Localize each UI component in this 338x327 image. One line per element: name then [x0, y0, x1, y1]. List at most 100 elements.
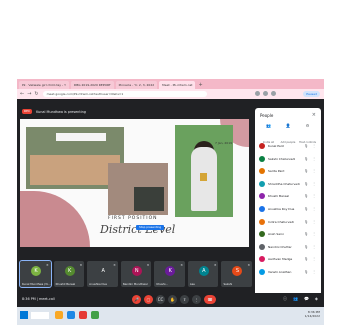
participant-row[interactable]: Anushka Roy Dua 🎙 ⋮ — [259, 204, 319, 214]
forward-icon[interactable]: → — [27, 91, 31, 97]
info-icon[interactable]: ⓘ — [283, 296, 287, 302]
participant-tile[interactable]: ✕ S Sakshi — [221, 261, 253, 287]
back-icon[interactable]: ← — [20, 91, 24, 97]
recording-badge: REC — [22, 109, 33, 114]
participant-tile[interactable]: ✕ A Anushka Dua — [87, 261, 118, 287]
participant-tiles: ✕ K Kunal Mundhwa (Yo... ✕ K Khushil Bansal ✕ A… — [19, 260, 253, 288]
participant-tile[interactable]: ✕ A Aas — [187, 261, 219, 287]
extension-icon[interactable] — [255, 91, 260, 96]
mic-off-icon: ✕ — [146, 263, 150, 267]
participant-row[interactable]: Sarita Pant 🎙 ⋮ — [259, 166, 319, 176]
extension-icon[interactable] — [271, 91, 276, 96]
decorative-shape — [20, 191, 90, 247]
browser-tab-active[interactable]: Meet - Pk-mtwm-nst — [159, 81, 196, 89]
tile-name: Kunal Mundhwa (Yo... — [22, 282, 51, 286]
activities-icon[interactable]: ◈ — [315, 296, 318, 302]
more-options-button[interactable]: ⋮ — [192, 295, 201, 304]
more-icon[interactable]: ⋮ — [312, 245, 315, 249]
more-icon[interactable]: ⋮ — [312, 194, 315, 198]
extension-icon[interactable] — [263, 91, 268, 96]
participant-row[interactable]: Shraddha Chaturvedi Dua 🎙 ⋮ — [259, 179, 319, 189]
participant-row[interactable]: Vanshi Anathan 🎙 ⋮ — [259, 267, 319, 277]
mic-off-button[interactable]: 🎤 — [132, 295, 141, 304]
windows-start-icon[interactable] — [20, 311, 28, 319]
mic-off-icon: ✕ — [79, 263, 83, 267]
mic-off-icon[interactable]: 🎙 — [304, 182, 308, 186]
url-field[interactable]: meet.google.com/Pk-mtwm-nst?authuser=0&h… — [42, 91, 207, 97]
new-tab-button[interactable]: + — [198, 81, 202, 89]
participant-row[interactable]: Ansh Saini 🎙 ⋮ — [259, 229, 319, 239]
participant-row[interactable]: Aadhvan Medge 🎙 ⋮ — [259, 254, 319, 264]
more-icon[interactable]: ⋮ — [312, 232, 315, 236]
more-icon[interactable]: ⋮ — [312, 257, 315, 261]
raise-hand-button[interactable]: ✋ — [168, 295, 177, 304]
mic-off-icon[interactable]: 🎙 — [304, 169, 308, 173]
more-icon[interactable]: ⋮ — [312, 157, 315, 161]
mic-off-icon[interactable]: 🎙 — [304, 157, 308, 161]
participant-row[interactable]: Khushi Bansal 🎙 ⋮ — [259, 191, 319, 201]
close-icon[interactable]: × — [312, 112, 316, 118]
participant-row[interactable]: Kunal Pant 🎙 ⋮ — [259, 141, 319, 151]
participant-tile[interactable]: ✕ N Nandini Mundhwal — [120, 261, 152, 287]
tile-avatar: S — [232, 266, 243, 276]
avatar — [259, 143, 265, 149]
more-icon[interactable]: ⋮ — [312, 220, 315, 224]
add-people-icon: 👥 — [266, 123, 271, 128]
app-icon[interactable] — [91, 311, 99, 319]
avatar — [259, 218, 265, 225]
avatar — [259, 231, 265, 238]
mic-off-icon: ✕ — [213, 263, 217, 267]
mic-off-icon[interactable]: 🎙 — [304, 257, 308, 261]
stop-presenting-button[interactable]: Stop presenting — [136, 225, 165, 230]
avatar — [259, 205, 265, 212]
reload-icon[interactable]: ↻ — [34, 91, 38, 97]
camera-off-button[interactable]: ▢ — [144, 295, 153, 304]
mic-off-icon[interactable]: 🎙 — [304, 207, 308, 211]
present-button[interactable]: ⇪ — [180, 295, 189, 304]
participant-row[interactable]: Indira Chaturvedi 🎙 ⋮ — [259, 217, 319, 227]
mic-off-icon[interactable]: 🎙 — [304, 270, 308, 274]
taskbar-search[interactable] — [31, 312, 49, 319]
profile-button[interactable]: Paused — [303, 91, 320, 97]
tile-avatar: N — [131, 266, 142, 276]
participant-tile[interactable]: ✕ K Khushi... — [154, 261, 185, 287]
meet-controls-bar: 8:36 PM | meet-call 🎤 ▢ CC ✋ ⇪ ⋮ ☎ ⓘ 👥 💬… — [17, 293, 324, 307]
system-clock[interactable]: 8:36 PM 1/14/2022 — [305, 310, 320, 318]
more-icon[interactable]: ⋮ — [312, 182, 315, 186]
mic-off-icon[interactable]: 🎙 — [304, 144, 308, 148]
browser-tab[interactable]: Pinnacle - Yr. 2, 3, 2022 — [115, 81, 158, 89]
people-icon[interactable]: 👥 — [293, 296, 298, 302]
participant-row[interactable]: Sakshi Chaturvedi 🎙 ⋮ — [259, 154, 319, 164]
chrome-icon[interactable] — [79, 311, 87, 319]
browser-window: Pk · Vakwale girl child day - Y DBG 2019… — [17, 79, 324, 325]
more-icon[interactable]: ⋮ — [312, 169, 315, 173]
avatar — [259, 256, 265, 263]
mic-off-icon[interactable]: 🎙 — [304, 245, 308, 249]
more-icon[interactable]: ⋮ — [312, 144, 315, 148]
edge-icon[interactable] — [67, 311, 75, 319]
participant-row[interactable]: Nandini Chuttar 🎙 ⋮ — [259, 242, 319, 252]
tile-name: Khushil Bansal — [55, 282, 76, 286]
mic-off-icon[interactable]: 🎙 — [304, 232, 308, 236]
captions-button[interactable]: CC — [156, 295, 165, 304]
file-explorer-icon[interactable] — [55, 311, 63, 319]
more-icon[interactable]: ⋮ — [312, 207, 315, 211]
participant-tile[interactable]: ✕ K Kunal Mundhwa (Yo... — [19, 260, 52, 288]
mic-off-icon[interactable]: 🎙 — [304, 194, 308, 198]
presenting-banner: REC Kunal Mundhwa is presenting — [22, 108, 86, 115]
browser-tab[interactable]: DBG 2019-2020 REPORT — [70, 81, 114, 89]
mic-off-icon[interactable]: 🎙 — [304, 220, 308, 224]
end-call-button[interactable]: ☎ — [204, 295, 216, 304]
tile-avatar: A — [98, 266, 109, 276]
participant-list: Kunal Pant 🎙 ⋮ Sakshi Chaturvedi 🎙 ⋮ Sarita Pa… — [259, 141, 319, 280]
participant-name: Indira Chaturvedi — [268, 219, 295, 224]
side-controls: ⓘ 👥 💬 ◈ — [283, 296, 318, 302]
more-icon[interactable]: ⋮ — [312, 270, 315, 274]
chat-icon[interactable]: 💬 — [304, 296, 309, 302]
award-photo — [108, 163, 168, 215]
presentation-slide: 7 Jan, 2019 FIRST POSITION District Leve… — [20, 119, 249, 247]
avatar — [259, 193, 265, 200]
photo-people — [30, 155, 120, 185]
participant-tile[interactable]: ✕ K Khushil Bansal — [53, 261, 85, 287]
browser-tab[interactable]: Pk · Vakwale girl child day - Y — [19, 81, 69, 89]
